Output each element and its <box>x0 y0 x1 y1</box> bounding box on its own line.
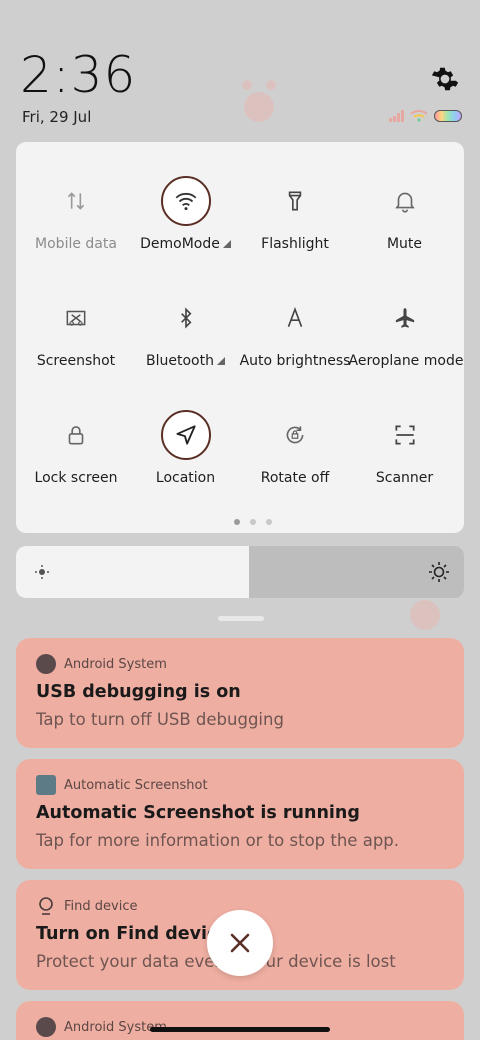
tile-lock-screen[interactable]: Lock screen <box>20 410 132 486</box>
notification-body: Tap for more information or to stop the … <box>36 831 400 850</box>
close-icon <box>230 933 250 953</box>
auto-brightness-icon <box>270 293 320 343</box>
tile-demomode[interactable]: DemoMode <box>130 176 242 252</box>
bell-icon <box>380 176 430 226</box>
location-icon <box>160 410 211 460</box>
airplane-icon <box>380 293 430 343</box>
notification-body: Tap to turn off USB debugging <box>36 710 284 729</box>
tile-rotate-off[interactable]: Rotate off <box>239 410 351 486</box>
tile-label: Flashlight <box>261 236 329 252</box>
tile-label: Auto brightness <box>239 353 351 369</box>
tile-flashlight[interactable]: Flashlight <box>239 176 351 252</box>
bluetooth-icon <box>161 293 211 343</box>
tile-mobile-data[interactable]: Mobile data <box>20 176 132 252</box>
lock-icon <box>51 410 101 460</box>
clock: 2:36 <box>20 46 137 104</box>
brightness-low-icon <box>35 565 49 579</box>
wifi-icon <box>160 176 211 226</box>
expand-caret-icon <box>216 357 225 365</box>
tile-label: Bluetooth <box>130 353 242 369</box>
tile-label: Aeroplane mode <box>348 353 464 369</box>
scanner-icon <box>380 410 430 460</box>
tile-mute[interactable]: Mute <box>349 176 461 252</box>
screenshot-icon <box>51 293 101 343</box>
notification-card[interactable]: Android System USB debugging is on Tap t… <box>16 638 464 748</box>
tile-label: Scanner <box>375 470 434 486</box>
notification-title: Automatic Screenshot is running <box>36 803 360 823</box>
notification-app-name: Android System <box>64 656 167 672</box>
brightness-slider[interactable] <box>16 546 464 598</box>
tile-location[interactable]: Location <box>130 410 242 486</box>
paw-decoration <box>242 80 276 122</box>
status-icons <box>389 110 462 122</box>
tile-label: Mute <box>386 236 423 252</box>
tile-scanner[interactable]: Scanner <box>349 410 461 486</box>
android-system-icon <box>36 1017 56 1037</box>
notification-card[interactable]: Automatic Screenshot Automatic Screensho… <box>16 759 464 869</box>
brightness-high-icon <box>429 562 449 582</box>
tile-auto-brightness[interactable]: Auto brightness <box>239 293 351 369</box>
wifi-status-icon <box>410 110 428 122</box>
quick-settings-panel: Mobile data DemoMode Flashlight Mute Screens… <box>16 142 464 533</box>
tile-aeroplane-mode[interactable]: Aeroplane mode <box>348 293 464 369</box>
date: Fri, 29 Jul <box>22 108 92 126</box>
signal-icon <box>389 110 404 122</box>
settings-gear-icon[interactable] <box>430 64 460 94</box>
flashlight-icon <box>270 176 320 226</box>
clear-all-button[interactable] <box>207 910 273 976</box>
expand-caret-icon <box>222 240 231 248</box>
notification-app-name: Automatic Screenshot <box>64 777 208 793</box>
tile-label: DemoMode <box>130 236 242 252</box>
android-system-icon <box>36 654 56 674</box>
tile-bluetooth[interactable]: Bluetooth <box>130 293 242 369</box>
notification-card[interactable]: Android System <box>16 1001 464 1040</box>
tile-label: Location <box>155 470 216 486</box>
drag-handle[interactable] <box>218 616 264 621</box>
tile-screenshot[interactable]: Screenshot <box>20 293 132 369</box>
tile-label: Rotate off <box>260 470 330 486</box>
brightness-fill <box>16 546 249 598</box>
rotate-lock-icon <box>270 410 320 460</box>
mobile-data-icon <box>51 176 101 226</box>
automatic-screenshot-icon <box>36 775 56 795</box>
notification-app-name: Find device <box>64 898 138 914</box>
battery-icon <box>434 110 462 122</box>
tile-label: Mobile data <box>35 236 117 252</box>
notification-title: USB debugging is on <box>36 682 241 702</box>
find-device-icon <box>39 897 53 915</box>
home-indicator[interactable] <box>150 1027 330 1032</box>
tile-label: Screenshot <box>36 353 116 369</box>
tile-label: Lock screen <box>34 470 118 486</box>
page-indicator <box>234 519 272 525</box>
paw-decoration <box>408 588 442 630</box>
